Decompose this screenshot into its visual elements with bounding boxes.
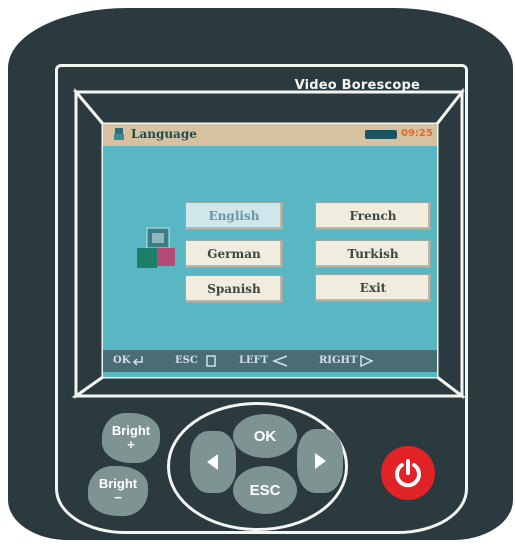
bright-plus-button[interactable]: Bright +	[102, 413, 160, 463]
left-button[interactable]	[190, 431, 236, 493]
language-spanish-button[interactable]: Spanish	[185, 275, 283, 303]
language-icon	[114, 128, 124, 140]
language-french-button[interactable]: French	[315, 202, 431, 230]
caret-left-icon	[207, 454, 218, 470]
ok-button[interactable]: OK	[233, 414, 297, 458]
status-left-label: LEFT	[239, 355, 269, 366]
plus-sign: +	[127, 437, 135, 452]
screen-title-bar: Language 09:25	[103, 124, 437, 146]
battery-icon	[365, 130, 397, 139]
esc-icon	[206, 355, 216, 367]
lcd-screen: Language 09:25 English French German Tur…	[103, 124, 437, 377]
esc-button[interactable]: ESC	[233, 466, 297, 514]
bright-plus-label: Bright	[111, 423, 151, 438]
screen-status-bar: OK ESC LEFT RIGHT	[103, 350, 437, 372]
caret-right-icon	[315, 453, 326, 469]
bright-minus-label: Bright	[98, 476, 138, 491]
power-icon	[395, 459, 421, 488]
clock-text: 09:25	[401, 128, 433, 139]
power-button[interactable]	[381, 446, 435, 500]
status-ok-label: OK	[113, 355, 131, 366]
cubes-icon	[137, 227, 175, 268]
brand-label: Video Borescope	[294, 78, 420, 93]
status-esc-label: ESC	[175, 355, 198, 366]
arrow-left-icon	[271, 355, 288, 367]
right-button[interactable]	[297, 429, 343, 493]
arrow-right-icon	[360, 354, 374, 368]
language-english-button[interactable]: English	[185, 202, 283, 230]
status-right-label: RIGHT	[319, 355, 358, 366]
screen-title: Language	[131, 127, 197, 141]
language-turkish-button[interactable]: Turkish	[315, 240, 431, 268]
minus-sign: −	[114, 490, 122, 505]
language-german-button[interactable]: German	[185, 240, 283, 268]
bright-minus-button[interactable]: Bright −	[88, 466, 148, 516]
enter-icon	[132, 356, 143, 366]
exit-button[interactable]: Exit	[315, 274, 431, 302]
